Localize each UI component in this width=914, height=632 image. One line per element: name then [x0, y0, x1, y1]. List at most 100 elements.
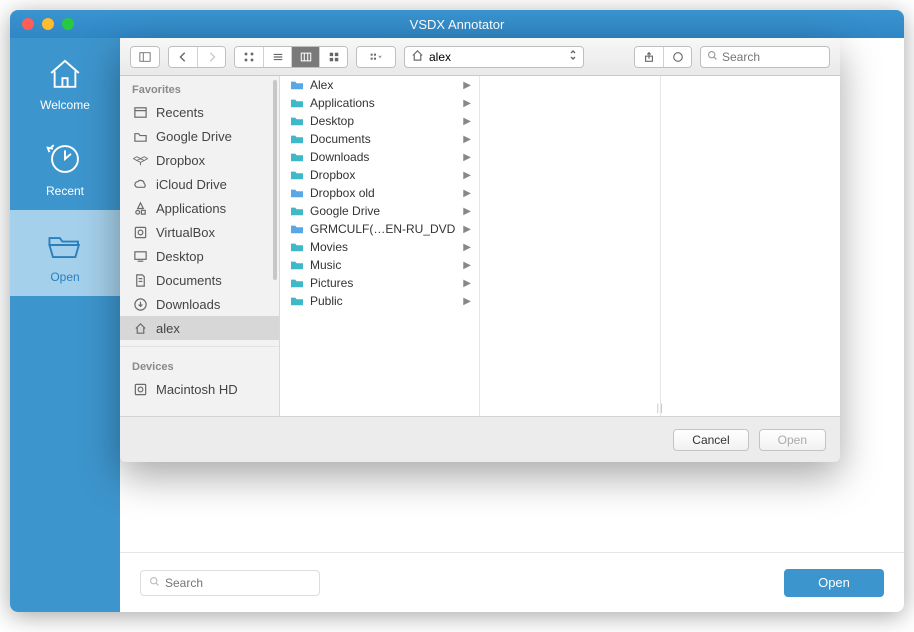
- sidebar-scrollbar[interactable]: [273, 80, 277, 280]
- back-button[interactable]: [169, 47, 197, 67]
- cancel-button[interactable]: Cancel: [673, 429, 748, 451]
- rail-item-open[interactable]: Open: [10, 210, 120, 296]
- titlebar[interactable]: VSDX Annotator: [10, 10, 904, 38]
- rail-item-welcome[interactable]: Welcome: [10, 38, 120, 124]
- view-mode-group: [234, 46, 348, 68]
- open-file-dialog: alex: [120, 38, 840, 462]
- sidebar-item-google-drive[interactable]: Google Drive: [120, 124, 279, 148]
- home-small-icon: [411, 49, 424, 65]
- file-item[interactable]: Movies▶: [280, 238, 479, 256]
- group-button[interactable]: [357, 47, 395, 67]
- sidebar-item-applications[interactable]: Applications: [120, 196, 279, 220]
- file-item-label: Dropbox: [310, 168, 355, 182]
- sidebar-section-header: Favorites: [120, 76, 279, 100]
- path-dropdown[interactable]: alex: [404, 46, 584, 68]
- sidebar-item-label: alex: [156, 321, 180, 336]
- dialog-sidebar: FavoritesRecentsGoogle Drive Dropbox iClou…: [120, 76, 280, 416]
- main-open-button[interactable]: Open: [784, 569, 884, 597]
- share-button[interactable]: [635, 47, 663, 67]
- tags-button[interactable]: [663, 47, 691, 67]
- main-search[interactable]: [140, 570, 320, 596]
- rail-label: Welcome: [40, 98, 90, 112]
- cloud-icon: [132, 176, 148, 192]
- file-item[interactable]: Dropbox old▶: [280, 184, 479, 202]
- view-icons-button[interactable]: [235, 47, 263, 67]
- folder-icon: [290, 169, 304, 181]
- forward-button[interactable]: [197, 47, 225, 67]
- chevron-right-icon: ▶: [463, 224, 471, 235]
- rail-item-recent[interactable]: Recent: [10, 124, 120, 210]
- folder-icon: [290, 241, 304, 253]
- dialog-search-input[interactable]: [722, 50, 823, 64]
- file-item-label: Music: [310, 258, 341, 272]
- chevron-right-icon: ▶: [463, 98, 471, 109]
- sidebar-item-recents[interactable]: Recents: [120, 100, 279, 124]
- sidebar-item-desktop[interactable]: Desktop: [120, 244, 279, 268]
- file-item[interactable]: Desktop▶: [280, 112, 479, 130]
- recents-icon: [132, 104, 148, 120]
- sidebar-item-downloads[interactable]: Downloads: [120, 292, 279, 316]
- sidebar-item-macintosh-hd[interactable]: Macintosh HD: [120, 377, 279, 401]
- view-list-button[interactable]: [263, 47, 291, 67]
- content-top: alex: [120, 38, 904, 552]
- file-column-empty-2: ||: [661, 76, 841, 416]
- file-item-label: Public: [310, 294, 343, 308]
- folder-icon: [290, 205, 304, 217]
- file-item-label: Documents: [310, 132, 371, 146]
- search-icon: [707, 50, 718, 64]
- file-item[interactable]: Alex▶: [280, 76, 479, 94]
- maximize-window-button[interactable]: [62, 18, 74, 30]
- folder-icon: [290, 187, 304, 199]
- app-window: VSDX Annotator Welcome Recent: [10, 10, 904, 612]
- open-button[interactable]: Open: [759, 429, 826, 451]
- chevron-right-icon: ▶: [463, 206, 471, 217]
- dialog-footer: Cancel Open: [120, 416, 840, 462]
- minimize-window-button[interactable]: [42, 18, 54, 30]
- chevron-updown-icon: [569, 49, 577, 64]
- file-item-label: Google Drive: [310, 204, 380, 218]
- sidebar-toggle-group: [130, 46, 160, 68]
- sidebar-item-virtualbox[interactable]: VirtualBox: [120, 220, 279, 244]
- chevron-right-icon: ▶: [463, 260, 471, 271]
- bottom-bar: Open: [120, 552, 904, 612]
- sidebar-item-dropbox[interactable]: Dropbox: [120, 148, 279, 172]
- sidebar-item-icloud-drive[interactable]: iCloud Drive: [120, 172, 279, 196]
- close-window-button[interactable]: [22, 18, 34, 30]
- folder-icon: [290, 115, 304, 127]
- chevron-right-icon: ▶: [463, 296, 471, 307]
- sidebar-item-label: Dropbox: [156, 153, 205, 168]
- file-item[interactable]: Applications ▶: [280, 94, 479, 112]
- downloads-icon: [132, 296, 148, 312]
- nav-buttons: [168, 46, 226, 68]
- sidebar-toggle-button[interactable]: [131, 47, 159, 67]
- file-item[interactable]: Pictures▶: [280, 274, 479, 292]
- share-group: [634, 46, 692, 68]
- view-gallery-button[interactable]: [319, 47, 347, 67]
- file-item-label: Applications: [310, 96, 375, 110]
- document-icon: [132, 272, 148, 288]
- file-item[interactable]: GRMCULF(…EN-RU_DVD▶: [280, 220, 479, 238]
- folder-icon: [290, 97, 304, 109]
- dialog-search[interactable]: [700, 46, 830, 68]
- file-item[interactable]: Public ▶: [280, 292, 479, 310]
- file-item[interactable]: Documents▶: [280, 130, 479, 148]
- file-item[interactable]: Dropbox▶: [280, 166, 479, 184]
- home-icon: [44, 54, 86, 92]
- sidebar-item-label: VirtualBox: [156, 225, 215, 240]
- rail-label: Recent: [46, 184, 84, 198]
- file-item[interactable]: Music ▶: [280, 256, 479, 274]
- main-search-input[interactable]: [165, 576, 311, 590]
- folder-icon: [290, 223, 304, 235]
- chevron-right-icon: ▶: [463, 188, 471, 199]
- desktop-icon: [132, 248, 148, 264]
- sidebar-item-documents[interactable]: Documents: [120, 268, 279, 292]
- file-item-label: Movies: [310, 240, 348, 254]
- view-columns-button[interactable]: [291, 47, 319, 67]
- file-item[interactable]: Google Drive ▶: [280, 202, 479, 220]
- column-resize-handle[interactable]: ||: [657, 403, 664, 414]
- dialog-toolbar: alex: [120, 38, 840, 76]
- file-column: Alex▶Applications▶Desktop▶Documents▶Down…: [280, 76, 480, 416]
- home-small-icon: [132, 320, 148, 336]
- file-item[interactable]: Downloads▶: [280, 148, 479, 166]
- sidebar-item-alex[interactable]: alex: [120, 316, 279, 340]
